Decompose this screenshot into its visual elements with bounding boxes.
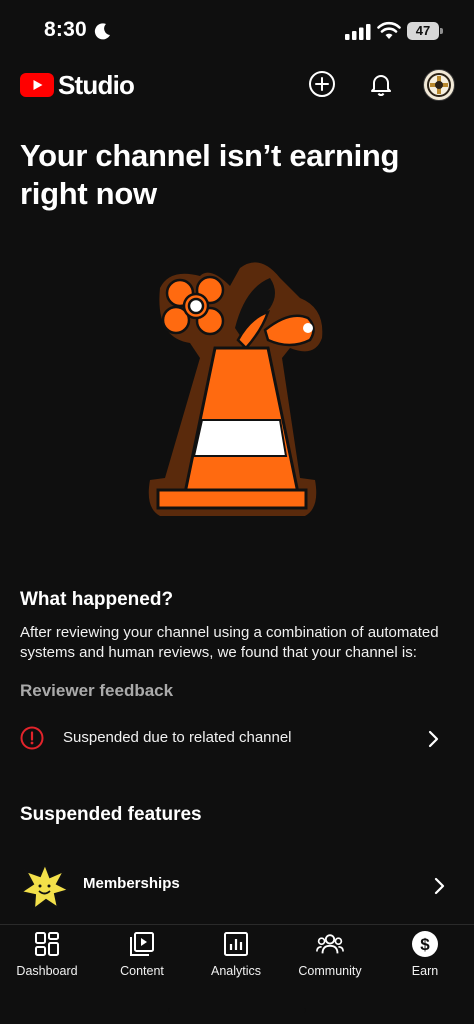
battery-indicator: 47 (407, 22, 439, 40)
nav-label: Dashboard (16, 964, 78, 978)
app-name: Studio (58, 69, 135, 100)
content-icon (128, 930, 156, 958)
battery-tip (440, 28, 443, 34)
alert-circle-icon (20, 726, 44, 750)
youtube-logo-icon (20, 73, 54, 97)
status-time: 8:30 (44, 18, 87, 41)
chevron-right-icon[interactable] (425, 729, 441, 749)
analytics-icon (222, 930, 250, 958)
feature-label: Memberships (83, 875, 180, 892)
bell-icon (371, 75, 391, 96)
what-happened-description: After reviewing your channel using a com… (20, 624, 439, 661)
page-title: Your channel isn’t earning right now (20, 138, 400, 211)
create-icon (309, 71, 335, 97)
reviewer-feedback-title: Reviewer feedback (20, 681, 174, 700)
nav-label: Content (120, 964, 164, 978)
community-icon (316, 930, 344, 958)
suspended-features-title: Suspended features (20, 804, 202, 825)
create-button[interactable] (307, 69, 337, 99)
nav-dashboard[interactable]: Dashboard (2, 930, 92, 978)
wifi-icon (377, 21, 401, 39)
studio-logo[interactable]: Studio (20, 69, 135, 100)
nav-community[interactable]: Community (285, 930, 375, 978)
avatar[interactable] (423, 69, 455, 101)
dashboard-icon (33, 930, 61, 958)
notifications-button[interactable] (366, 69, 396, 99)
cellular-signal-icon (345, 24, 371, 40)
home-indicator (168, 1008, 306, 1013)
nav-label: Earn (411, 964, 439, 978)
bottom-nav-divider (0, 924, 474, 925)
avatar-image (427, 73, 451, 97)
earn-icon: $ (411, 930, 439, 958)
nav-label: Community (298, 964, 362, 978)
nav-label: Analytics (210, 964, 262, 978)
nav-earn[interactable]: $ Earn (380, 930, 470, 978)
what-happened-title: What happened? (20, 589, 174, 610)
traffic-cone-illustration (148, 262, 323, 516)
svg-text:$: $ (420, 935, 430, 954)
feedback-label: Suspended due to related channel (63, 729, 292, 746)
chevron-right-icon[interactable] (431, 876, 447, 896)
feature-item-memberships[interactable] (0, 858, 474, 914)
nav-content[interactable]: Content (97, 930, 187, 978)
moon-icon (94, 23, 110, 40)
star-badge-icon (20, 862, 70, 912)
nav-analytics[interactable]: Analytics (191, 930, 281, 978)
